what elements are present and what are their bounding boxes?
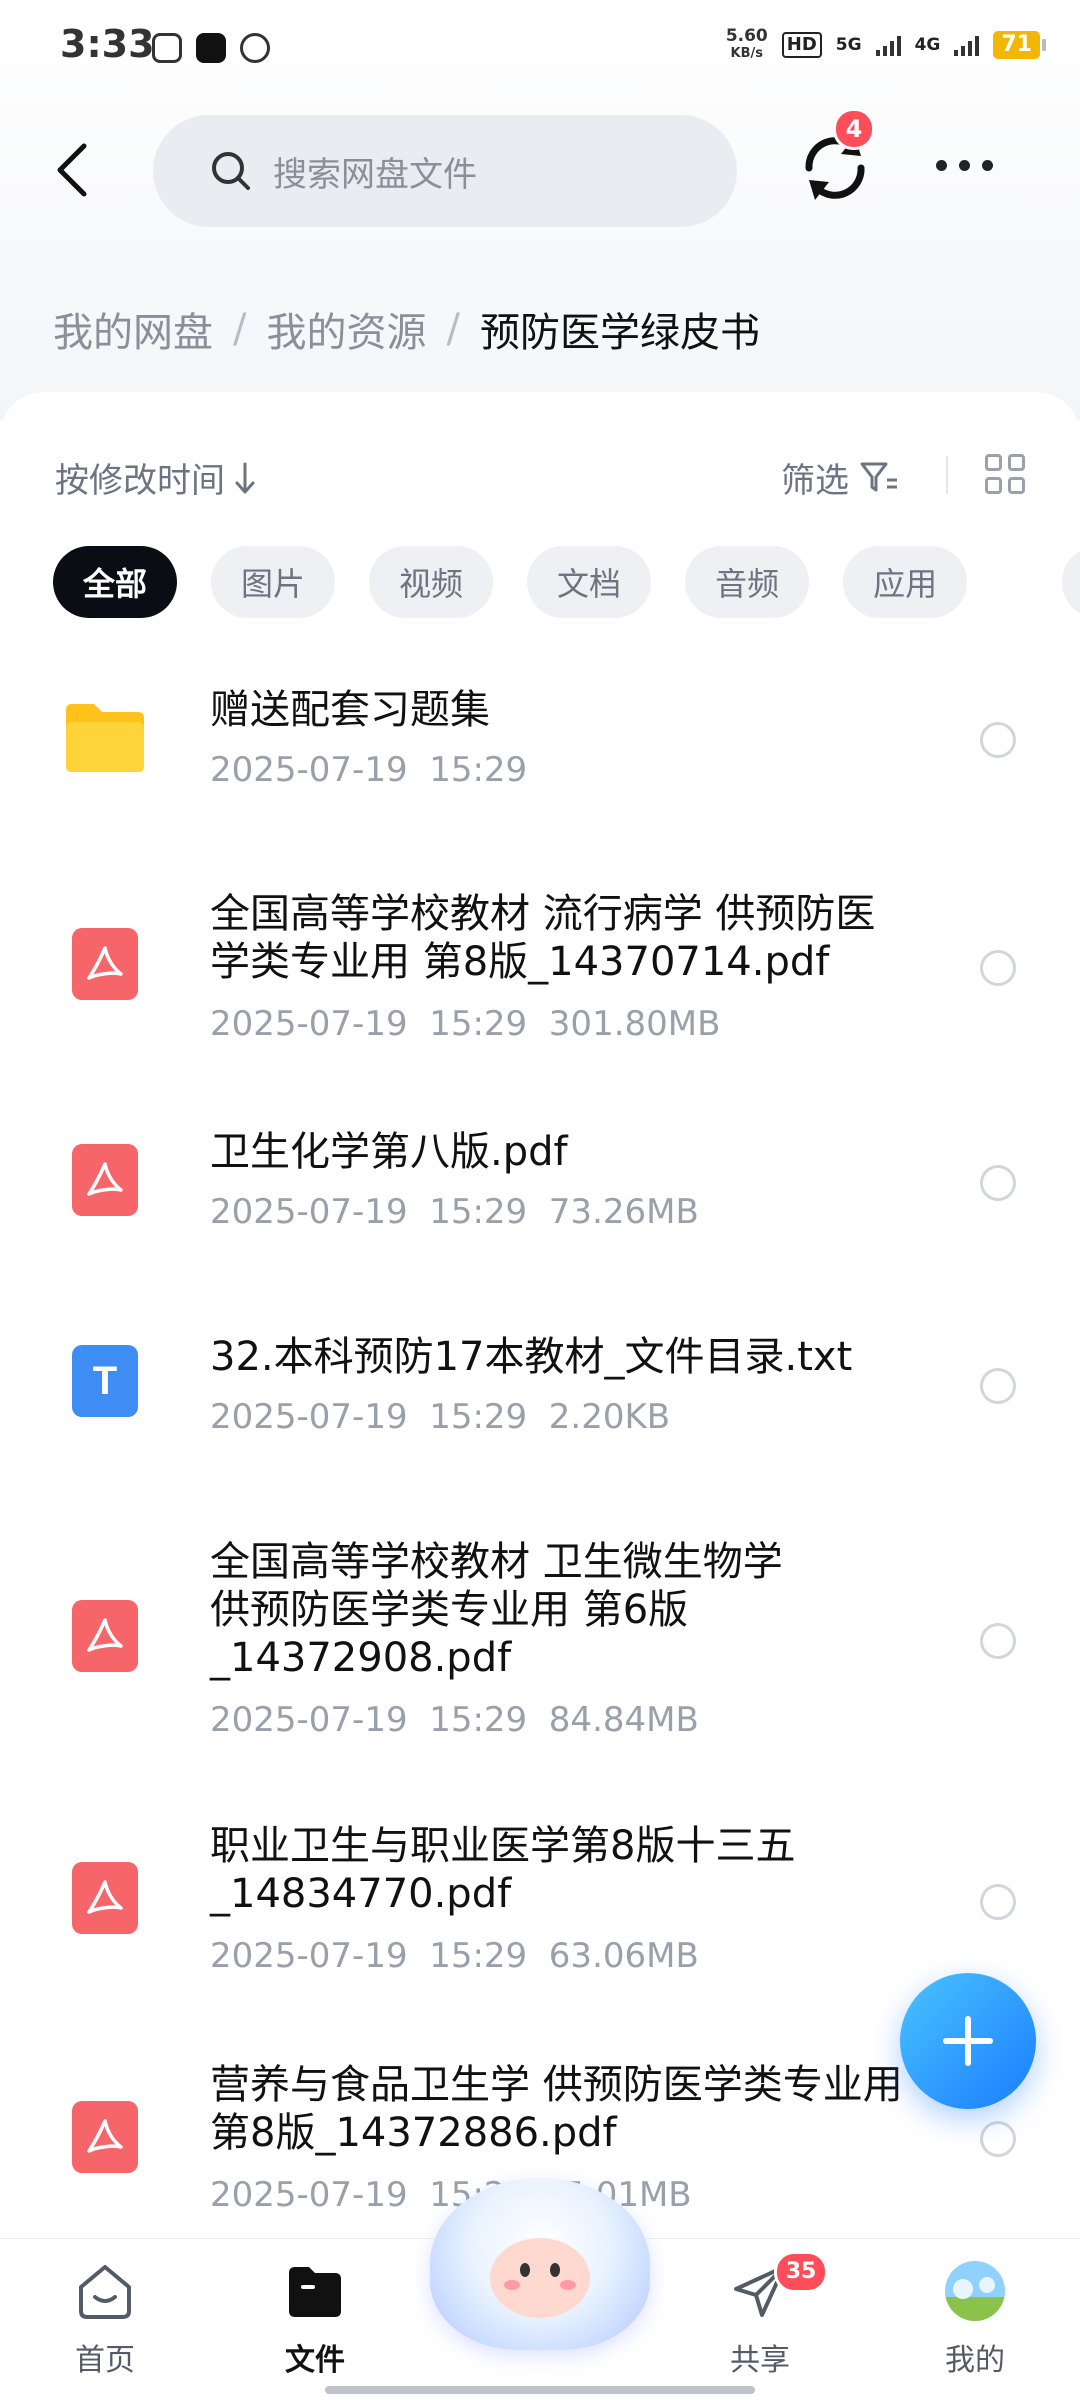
file-meta: 2025-07-19 15:29 301.80MB [210,1004,721,1044]
share-badge: 35 [774,2251,828,2293]
file-meta: 2025-07-19 15:29 [210,750,528,790]
pdf-icon [72,2101,138,2173]
network-speed: 5.60 KB/s [725,26,768,62]
list-item[interactable]: 赠送配套习题集 2025-07-19 15:29 [0,680,1080,800]
signal-bars-icon-2 [954,34,980,56]
file-name: 职业卫生与职业医学第8版十三五_14834770.pdf [210,1823,796,1917]
filter-label: 筛选 [781,461,849,501]
mascot-assistant-button[interactable] [430,2178,650,2350]
chip-apps[interactable]: 应用 [843,546,968,618]
file-name: 32.本科预防17本教材_文件目录.txt [210,1334,853,1380]
cloud-app-icon [152,33,182,63]
back-button[interactable] [44,140,100,200]
nav-share[interactable]: 共享 35 [690,2251,830,2379]
file-meta: 2025-07-19 15:29 73.26MB [210,1192,699,1232]
home-icon [79,2265,131,2319]
avatar [945,2261,1005,2321]
select-checkbox[interactable] [980,1884,1016,1920]
weibo-icon [240,33,270,63]
select-checkbox[interactable] [980,1623,1016,1659]
select-checkbox[interactable] [980,722,1016,758]
sync-badge: 4 [833,108,875,150]
list-item[interactable]: 职业卫生与职业医学第8版十三五_14834770.pdf 2025-07-19 … [0,1818,1080,1978]
status-bar: 3:33 5.60 KB/s HD 5G 4G 71 [0,0,1080,100]
mascot-face [490,2238,590,2318]
breadcrumb-my-resources[interactable]: 我的资源 [266,300,426,358]
breadcrumb-my-drive[interactable]: 我的网盘 [53,300,213,358]
select-checkbox[interactable] [980,1368,1016,1404]
gesture-home-bar[interactable] [325,2386,755,2394]
battery-level: 71 [993,31,1046,59]
sort-button[interactable]: 按修改时间 [55,453,257,502]
file-name: 赠送配套习题集 [210,687,490,733]
toolbar-divider [946,456,948,494]
breadcrumb-current-folder: 预防医学绿皮书 [479,310,760,356]
signal-bars-icon [875,34,901,56]
tiktok-icon [196,33,226,63]
chip-audio[interactable]: 音频 [685,546,810,618]
pdf-icon [72,1144,138,1216]
network-4g-label: 4G [914,35,941,55]
list-item[interactable]: 全国高等学校教材 卫生微生物学 供预防医学类专业用 第6版_14372908.p… [0,1530,1080,1750]
nav-files[interactable]: 文件 [245,2259,385,2379]
chip-all[interactable]: 全部 [53,546,178,618]
sort-label: 按修改时间 [55,461,225,501]
list-item[interactable]: T 32.本科预防17本教材_文件目录.txt 2025-07-19 15:29… [0,1325,1080,1445]
network-5g-label: 5G [835,35,862,55]
plus-icon [943,2016,993,2066]
breadcrumb: 我的网盘 / 我的资源 / 预防医学绿皮书 [53,300,760,358]
sync-button[interactable]: 4 [795,108,875,208]
file-name: 营养与食品卫生学 供预防医学类专业用 第8版_14372886.pdf [210,2062,903,2156]
chip-videos[interactable]: 视频 [369,546,494,618]
file-meta: 2025-07-19 15:29 84.84MB [210,1700,699,1740]
list-item[interactable]: 全国高等学校教材 流行病学 供预防医学类专业用 第8版_14370714.pdf… [0,890,1080,1050]
search-placeholder: 搜索网盘文件 [273,154,477,195]
add-button[interactable] [900,1973,1036,2109]
grid-view-toggle[interactable] [985,454,1025,494]
search-input[interactable]: 搜索网盘文件 [153,115,737,227]
file-name: 全国高等学校教材 流行病学 供预防医学类专业用 第8版_14370714.pdf [210,891,876,985]
select-checkbox[interactable] [980,2121,1016,2157]
select-checkbox[interactable] [980,950,1016,986]
nav-mine[interactable]: 我的 [905,2259,1045,2379]
search-icon [212,152,250,190]
dot-icon [959,160,970,171]
status-time: 3:33 [60,22,155,66]
dot-icon [982,160,993,171]
pdf-icon [72,1862,138,1934]
select-checkbox[interactable] [980,1165,1016,1201]
list-item[interactable]: 卫生化学第八版.pdf 2025-07-19 15:29 73.26MB [0,1120,1080,1240]
file-meta: 2025-07-19 15:29 63.06MB [210,1936,699,1976]
chip-images[interactable]: 图片 [211,546,336,618]
category-filter-chips: 全部 图片 视频 文档 音频 应用 [53,546,968,618]
txt-file-icon: T [72,1345,138,1417]
more-options-button[interactable] [936,160,993,171]
folder-icon [66,704,144,772]
filter-icon [860,462,897,491]
nav-home[interactable]: 首页 [35,2259,175,2379]
chevron-left-icon [57,143,87,197]
chip-documents[interactable]: 文档 [527,546,652,618]
pdf-icon [72,1600,138,1672]
file-name: 全国高等学校教材 卫生微生物学 供预防医学类专业用 第6版_14372908.p… [210,1539,783,1681]
arrow-down-icon [235,462,255,493]
file-meta: 2025-07-19 15:29 2.20KB [210,1397,671,1437]
hd-indicator: HD [781,32,822,58]
file-name: 卫生化学第八版.pdf [210,1129,568,1175]
pdf-icon [72,928,138,1000]
folder-icon [289,2267,341,2317]
dot-icon [936,160,947,171]
filter-button[interactable]: 筛选 [781,453,899,502]
